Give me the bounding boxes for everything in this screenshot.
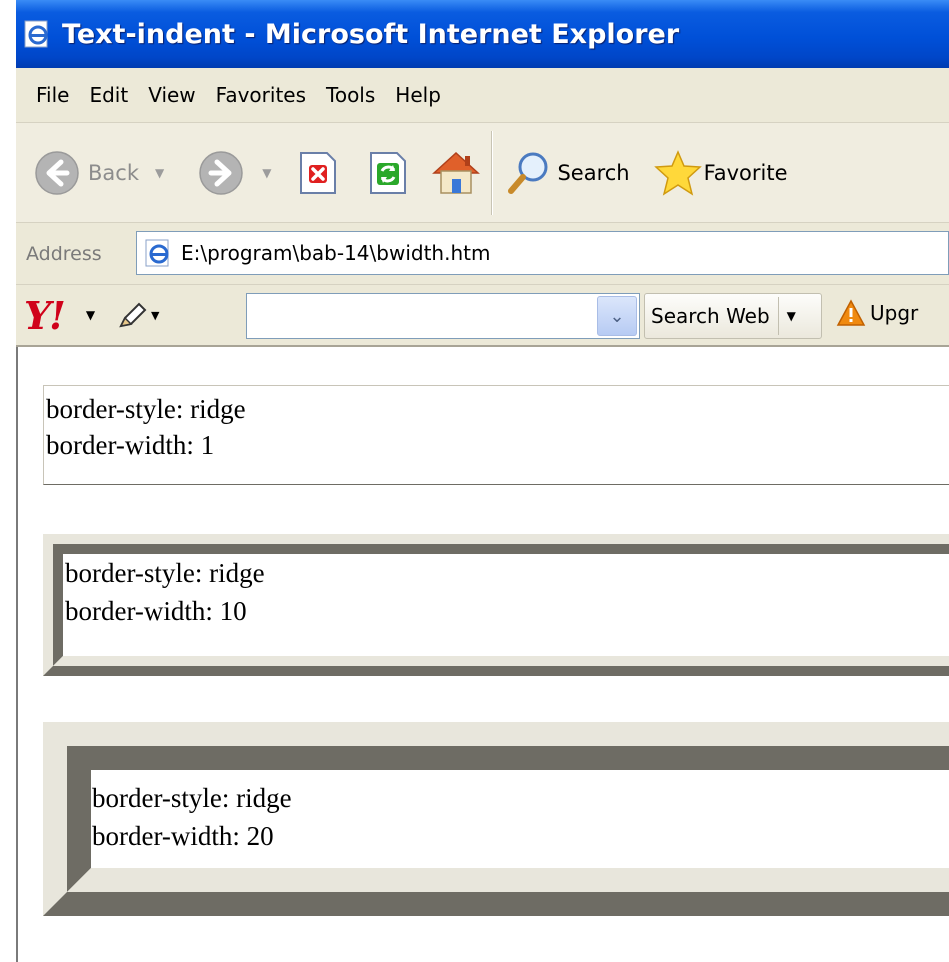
pencil-icon — [119, 302, 147, 328]
menu-file[interactable]: File — [26, 83, 79, 107]
upgrade-label: Upgr — [870, 301, 919, 325]
back-dropdown-icon[interactable]: ▼ — [155, 166, 164, 180]
back-label: Back — [88, 160, 139, 185]
menu-edit[interactable]: Edit — [79, 83, 138, 107]
favorites-label: Favorite — [703, 160, 788, 185]
search-web-label: Search Web — [651, 304, 770, 328]
forward-button[interactable]: ▼ — [198, 150, 271, 196]
search-label: Search — [557, 160, 630, 185]
window-title: Text-indent - Microsoft Internet Explore… — [62, 18, 680, 50]
ie-page-icon — [145, 239, 169, 267]
menu-favorites[interactable]: Favorites — [206, 83, 316, 107]
favorites-button[interactable]: Favorite — [653, 149, 788, 196]
search-web-button[interactable]: Search Web ▼ — [644, 293, 822, 339]
yahoo-search-history-dropdown[interactable]: ⌄ — [597, 296, 637, 336]
chevron-down-icon: ⌄ — [609, 305, 625, 327]
menu-tools[interactable]: Tools — [316, 83, 385, 107]
menu-view[interactable]: View — [138, 83, 205, 107]
upgrade-button[interactable]: Upgr — [836, 299, 918, 327]
page-content: border-style: ridge border-width: 1 bord… — [16, 347, 949, 962]
box-style-text: border-style: ridge — [46, 394, 246, 424]
toolbar-separator — [491, 130, 494, 215]
pencil-dropdown-icon[interactable]: ▼ — [151, 309, 159, 322]
stop-button[interactable] — [297, 151, 339, 195]
search-button[interactable]: Search — [505, 149, 630, 197]
search-icon — [508, 152, 548, 194]
ridge-box-3: border-style: ridge border-width: 20 — [43, 722, 949, 916]
standard-toolbar: Back ▼ ▼ Search Favorite — [16, 123, 949, 223]
box-text-block: border-style: ridge border-width: 10 — [65, 554, 265, 630]
ridge-box-2: border-style: ridge border-width: 10 — [43, 534, 949, 676]
home-icon — [432, 151, 481, 194]
search-web-dropdown-icon[interactable]: ▼ — [787, 309, 796, 323]
ie-page-icon — [24, 20, 48, 48]
ridge-box-1: border-style: ridge border-width: 1 — [43, 385, 949, 485]
box-width-text: border-width: 20 — [92, 821, 274, 851]
forward-arrow-icon — [199, 150, 243, 195]
yahoo-search-input[interactable]: ⌄ — [246, 293, 640, 339]
forward-dropdown-icon[interactable]: ▼ — [262, 166, 271, 180]
box-width-text: border-width: 1 — [46, 430, 215, 460]
pencil-button[interactable]: ▼ — [117, 300, 160, 330]
address-value: E:\program\bab-14\bwidth.htm — [181, 241, 491, 265]
favorites-star-icon — [653, 149, 702, 196]
search-web-divider — [777, 297, 779, 335]
box-style-text: border-style: ridge — [65, 558, 265, 588]
address-input[interactable]: E:\program\bab-14\bwidth.htm — [136, 231, 949, 275]
back-arrow-icon — [35, 150, 79, 195]
title-bar[interactable]: Text-indent - Microsoft Internet Explore… — [16, 0, 949, 68]
box-width-text: border-width: 10 — [65, 596, 247, 626]
back-button[interactable]: Back ▼ — [34, 150, 164, 196]
menu-help[interactable]: Help — [385, 83, 451, 107]
warning-icon — [836, 299, 866, 326]
home-button[interactable] — [431, 149, 481, 197]
address-bar: Address E:\program\bab-14\bwidth.htm — [16, 223, 949, 285]
yahoo-toolbar: Y! ▼ ▼ ⌄ Search Web ▼ Upgr — [16, 285, 949, 347]
box-text-block: border-style: ridge border-width: 20 — [92, 779, 292, 855]
yahoo-menu-dropdown-icon[interactable]: ▼ — [86, 308, 95, 322]
yahoo-logo[interactable]: Y! — [24, 293, 66, 338]
refresh-icon — [370, 151, 407, 194]
menu-bar: File Edit View Favorites Tools Help — [16, 68, 949, 123]
refresh-button[interactable] — [367, 151, 409, 195]
address-label: Address — [26, 242, 102, 265]
stop-icon — [300, 151, 337, 194]
box-style-text: border-style: ridge — [92, 783, 292, 813]
